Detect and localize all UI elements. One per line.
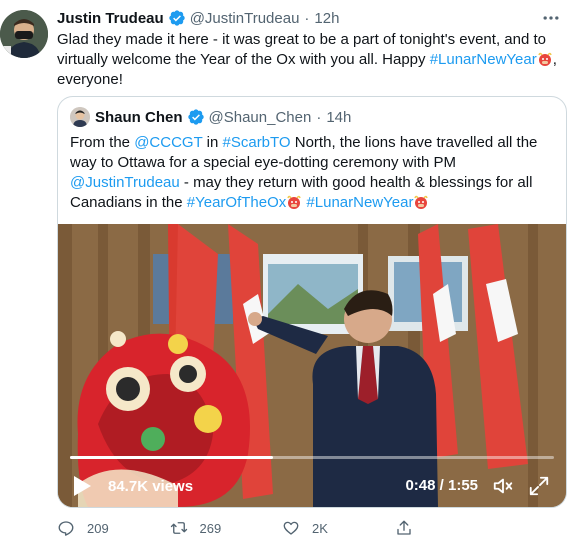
share-button[interactable]: [395, 519, 508, 537]
hashtag-link[interactable]: #LunarNewYear: [430, 51, 537, 68]
ox-emoji-icon: [287, 195, 301, 209]
quoted-header: Shaun Chen @Shaun_Chen · 14h: [70, 107, 351, 127]
mention-link[interactable]: @JustinTrudeau: [70, 174, 180, 191]
mention-link[interactable]: @CCCGT: [134, 134, 202, 151]
retweet-button[interactable]: 269: [170, 519, 283, 537]
author-name[interactable]: Justin Trudeau: [57, 10, 164, 27]
tweet-text: Glad they made it here - it was great to…: [57, 30, 567, 90]
separator-dot: ·: [316, 108, 322, 126]
hashtag-link[interactable]: #LunarNewYear: [306, 194, 413, 211]
like-icon: [283, 521, 299, 535]
tweet-body: Justin Trudeau @JustinTrudeau · 12h Glad…: [57, 8, 567, 90]
reply-icon: [58, 521, 74, 536]
tweet-time[interactable]: 12h: [314, 10, 339, 27]
share-icon: [396, 520, 411, 535]
author-avatar[interactable]: [0, 10, 48, 58]
ox-emoji-icon: [538, 52, 552, 66]
hashtag-link[interactable]: #ScarbTO: [223, 134, 291, 151]
volume-icon[interactable]: [492, 475, 514, 497]
video-progress-fill: [70, 456, 274, 459]
video-player[interactable]: 84.7K views 0:48 / 1:55: [58, 224, 566, 507]
quoted-avatar: [70, 107, 90, 127]
video-time: 0:48 / 1:55: [405, 477, 478, 494]
quoted-text-part: From the: [70, 134, 135, 151]
video-views: 84.7K views: [108, 477, 194, 495]
like-count: 2K: [312, 520, 328, 536]
quoted-tweet[interactable]: Shaun Chen @Shaun_Chen · 14h From the @C…: [57, 96, 567, 508]
quoted-text: From the @CCCGT in #ScarbTO North, the l…: [70, 133, 558, 213]
hashtag-link[interactable]: #YearOfTheOx: [187, 194, 287, 211]
like-button[interactable]: 2K: [282, 519, 395, 537]
separator-dot: ·: [304, 9, 310, 27]
quoted-handle: @Shaun_Chen: [208, 108, 312, 126]
more-icon[interactable]: [541, 8, 561, 28]
quoted-text-part: in: [202, 134, 223, 151]
reply-button[interactable]: 209: [57, 519, 170, 537]
tweet-header: Justin Trudeau @JustinTrudeau · 12h: [57, 8, 567, 28]
reply-count: 209: [87, 520, 109, 536]
fullscreen-icon[interactable]: [528, 475, 550, 497]
verified-badge-icon: [187, 109, 204, 125]
video-controls: 84.7K views 0:48 / 1:55: [58, 465, 566, 507]
video-progress-bar[interactable]: [70, 456, 554, 459]
quoted-author-name: Shaun Chen: [95, 108, 183, 126]
ox-emoji-icon: [414, 195, 429, 209]
author-handle[interactable]: @JustinTrudeau: [190, 10, 300, 27]
retweet-count: 269: [199, 520, 222, 536]
play-icon[interactable]: [72, 475, 92, 497]
verified-badge-icon: [169, 10, 185, 26]
quoted-time: 14h: [326, 108, 352, 126]
tweet-actions: 209 269 2K: [57, 518, 507, 538]
retweet-icon: [170, 522, 187, 534]
